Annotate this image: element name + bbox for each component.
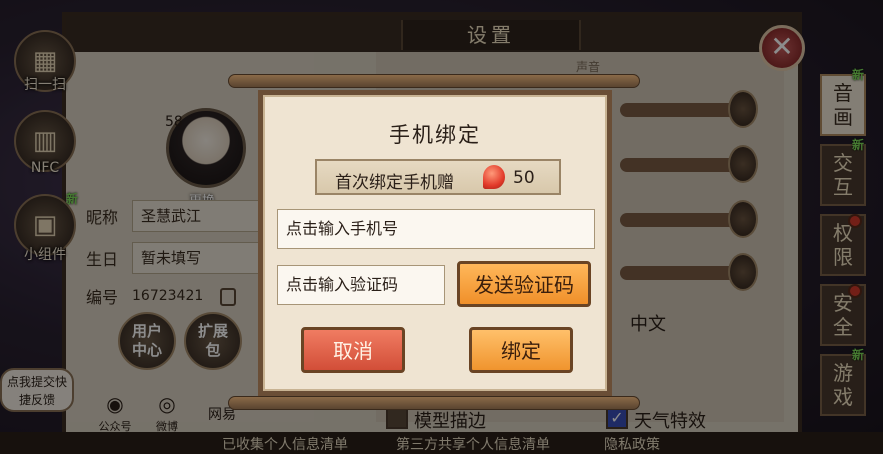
verification-code-input[interactable]: 点击输入验证码 [277,265,445,305]
bonus-text: 首次绑定手机赠 [335,173,454,193]
send-code-button[interactable]: 发送验证码 [457,261,591,307]
scroll-rod-bottom [228,396,640,410]
dialog-title: 手机绑定 [389,123,481,147]
bonus-amount: 50 [513,168,535,188]
phone-number-input[interactable]: 点击输入手机号 [277,209,595,249]
scroll-rod-top [228,74,640,88]
cancel-button[interactable]: 取消 [301,327,405,373]
bind-button[interactable]: 绑定 [469,327,573,373]
magatama-icon [483,165,505,189]
first-bind-bonus-banner: 首次绑定手机赠 50 [315,159,561,195]
phone-bind-dialog: 手机绑定 首次绑定手机赠 50 点击输入手机号 点击输入验证码 发送验证码 取消… [258,90,612,396]
